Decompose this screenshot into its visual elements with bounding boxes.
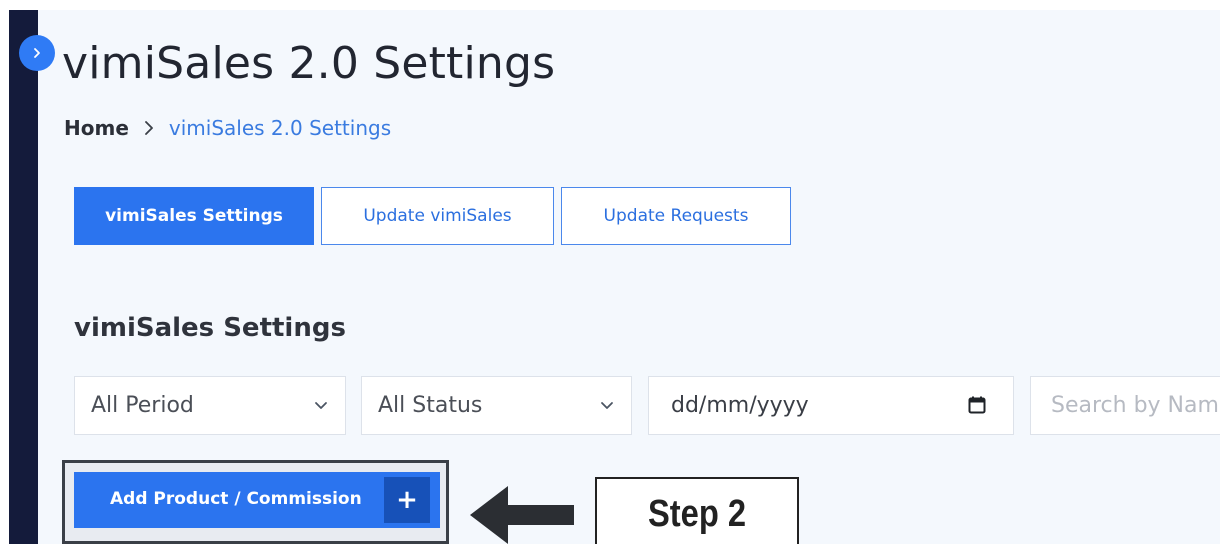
search-field[interactable] [1030, 376, 1220, 435]
chevron-down-icon [601, 402, 613, 409]
arrow-left-icon [470, 486, 574, 544]
search-input[interactable] [1051, 393, 1220, 418]
tab-vimisales-settings[interactable]: vimiSales Settings [74, 187, 314, 245]
chevron-right-icon [34, 48, 40, 58]
breadcrumb: Home vimiSales 2.0 Settings [64, 114, 391, 142]
chevron-right-icon [143, 119, 155, 137]
status-select[interactable]: All Status [361, 376, 632, 435]
add-button-label: Add Product / Commission [110, 489, 362, 509]
status-select-value: All Status [378, 393, 483, 418]
step-annotation: Step 2 [595, 477, 799, 544]
calendar-icon[interactable] [967, 395, 987, 415]
chevron-down-icon [315, 402, 327, 409]
tab-update-requests[interactable]: Update Requests [561, 187, 791, 245]
date-input[interactable]: dd/mm/yyyy [648, 376, 1014, 435]
section-title: vimiSales Settings [74, 313, 346, 343]
period-select-value: All Period [91, 393, 194, 418]
sidebar-expand-button[interactable] [19, 35, 55, 71]
add-product-commission-button[interactable]: Add Product / Commission + [74, 472, 440, 528]
tab-update-vimisales[interactable]: Update vimiSales [321, 187, 554, 245]
sidebar-strip [9, 10, 38, 544]
plus-icon: + [384, 477, 430, 523]
breadcrumb-current: vimiSales 2.0 Settings [168, 116, 392, 140]
sidebar-collapsed [0, 0, 38, 544]
period-select[interactable]: All Period [74, 376, 346, 435]
page-title: vimiSales 2.0 Settings [62, 38, 556, 89]
breadcrumb-home[interactable]: Home [64, 116, 129, 140]
step-label: Step 2 [647, 493, 747, 535]
date-input-placeholder: dd/mm/yyyy [671, 393, 809, 418]
